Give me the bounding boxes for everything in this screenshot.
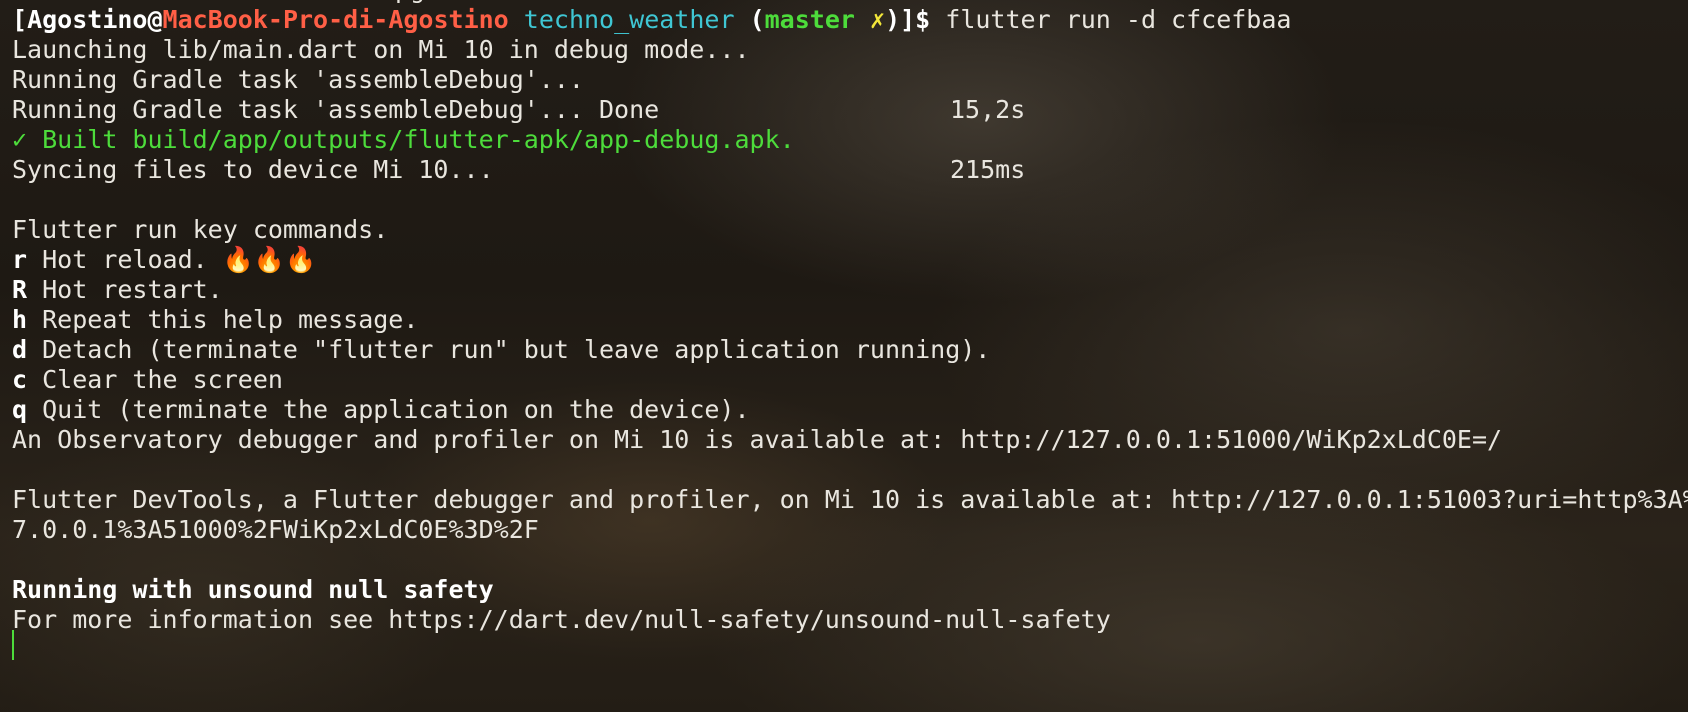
command-row-help: h Repeat this help message. xyxy=(12,304,418,336)
prompt-command: flutter run -d cfcefbaa xyxy=(945,5,1292,34)
command-row-quit: q Quit (terminate the application on the… xyxy=(12,394,750,426)
prompt-git-open: ( xyxy=(734,5,765,34)
output-gradle-time: 15,2s xyxy=(950,95,1026,124)
output-gradle-running: Running Gradle task 'assembleDebug'... xyxy=(12,65,584,94)
output-syncing-time: 215ms xyxy=(950,155,1026,184)
output-syncing: Syncing files to device Mi 10... xyxy=(12,155,494,184)
command-desc: Hot restart. xyxy=(27,275,223,304)
prompt-git-close: )]$ xyxy=(885,5,946,34)
prompt-dirty-marker: ✗ xyxy=(870,5,886,34)
command-key: r xyxy=(12,245,28,274)
command-desc: Detach (terminate "flutter run" but leav… xyxy=(27,335,991,364)
fire-icon: 🔥🔥🔥 xyxy=(222,245,317,274)
output-devtools-line1[interactable]: Flutter DevTools, a Flutter debugger and… xyxy=(12,484,1688,516)
command-desc: Quit (terminate the application on the d… xyxy=(27,395,750,424)
prompt-user: Agostino xyxy=(27,5,148,34)
check-icon: ✓ xyxy=(12,125,28,154)
output-built-line: ✓ Built build/app/outputs/flutter-apk/ap… xyxy=(12,124,795,156)
command-key: h xyxy=(12,305,28,334)
terminal-window[interactable]: pg [Agostino@MacBook-Pro-di-Agostino tec… xyxy=(0,0,1688,712)
command-key: R xyxy=(12,275,28,304)
prompt-host: MacBook-Pro-di-Agostino xyxy=(162,5,509,34)
output-null-safety-title: Running with unsound null safety xyxy=(12,575,494,604)
command-key: d xyxy=(12,335,28,364)
command-row-detach: d Detach (terminate "flutter run" but le… xyxy=(12,334,990,366)
prompt-directory: techno_weather xyxy=(523,5,735,34)
command-key: q xyxy=(12,395,28,424)
output-key-commands-title: Flutter run key commands. xyxy=(12,215,389,244)
command-desc: Hot reload. xyxy=(27,245,223,274)
prompt-at: @ xyxy=(147,5,163,34)
output-null-safety-info[interactable]: For more information see https://dart.de… xyxy=(12,604,1111,636)
output-built-text: Built build/app/outputs/flutter-apk/app-… xyxy=(27,125,795,154)
output-gradle-done: Running Gradle task 'assembleDebug'... D… xyxy=(12,95,660,124)
command-row-hot-restart: R Hot restart. xyxy=(12,274,223,306)
output-observatory[interactable]: An Observatory debugger and profiler on … xyxy=(12,424,1502,456)
command-row-clear: c Clear the screen xyxy=(12,364,283,396)
command-key: c xyxy=(12,365,28,394)
text-cursor xyxy=(12,630,14,660)
command-desc: Clear the screen xyxy=(27,365,283,394)
shell-prompt-line: [Agostino@MacBook-Pro-di-Agostino techno… xyxy=(12,4,1291,36)
prompt-open-bracket: [ xyxy=(12,5,28,34)
output-devtools-line2[interactable]: 7.0.0.1%3A51000%2FWiKp2xLdC0E%3D%2F xyxy=(12,514,539,546)
prompt-git-branch: master xyxy=(764,5,855,34)
command-row-hot-reload: r Hot reload. 🔥🔥🔥 xyxy=(12,244,316,276)
command-desc: Repeat this help message. xyxy=(27,305,419,334)
output-launching: Launching lib/main.dart on Mi 10 in debu… xyxy=(12,35,750,64)
